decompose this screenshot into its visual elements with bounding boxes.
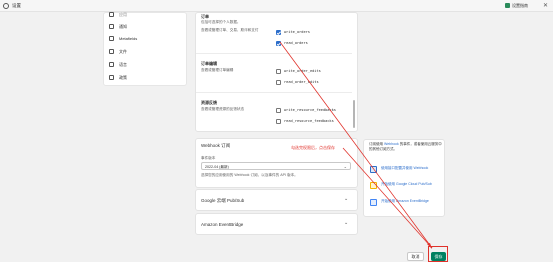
annotation-arrow-line [279,41,433,249]
annotation-arrow-line [342,147,433,249]
cancel-button[interactable]: 取消 [407,252,424,261]
annotation-arrows [279,41,433,249]
save-button[interactable]: 保存 [431,252,446,261]
